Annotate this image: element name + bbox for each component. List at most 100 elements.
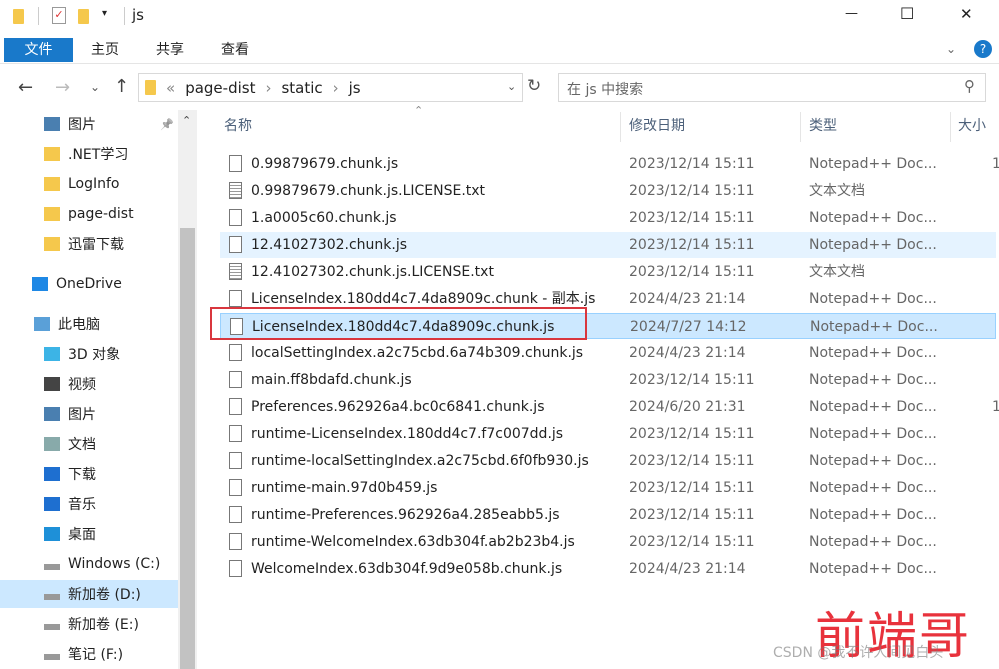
file-icon (229, 479, 242, 496)
file-row[interactable]: runtime-localSettingIndex.a2c75cbd.6f0fb… (220, 448, 996, 474)
column-header-date[interactable]: 修改日期 (629, 110, 685, 142)
sidebar-item[interactable]: OneDrive (0, 270, 178, 298)
sidebar-item-label: 图片 (68, 407, 96, 423)
file-row[interactable]: runtime-WelcomeIndex.63db304f.ab2b23b4.j… (220, 529, 996, 555)
column-divider[interactable] (620, 112, 621, 142)
sidebar-item[interactable]: Windows (C:) (0, 550, 178, 578)
file-row[interactable]: 12.41027302.chunk.js.LICENSE.txt 2023/12… (220, 259, 996, 285)
sidebar-item[interactable]: 新加卷 (E:) (0, 610, 178, 638)
sidebar-item[interactable]: 文档 (0, 430, 178, 458)
breadcrumb-page-dist[interactable]: page-dist (185, 79, 255, 97)
file-row[interactable]: 12.41027302.chunk.js 2023/12/14 15:11 No… (220, 232, 996, 258)
sidebar-item[interactable]: 下载 (0, 460, 178, 488)
sidebar-item[interactable]: LogInfo (0, 170, 178, 198)
recent-locations-button[interactable]: ⌄ (90, 80, 100, 94)
sidebar-item[interactable]: 视频 (0, 370, 178, 398)
tab-home[interactable]: 主页 (82, 38, 128, 62)
sidebar-item[interactable]: .NET学习 (0, 140, 178, 168)
sidebar-item-label: 图片 (68, 117, 96, 133)
sidebar-item[interactable]: 图片 📌 (0, 110, 178, 138)
sidebar-item-label: 视频 (68, 377, 96, 393)
title-bar: ✓ ▾ js — ☐ ✕ (0, 0, 999, 34)
tab-file[interactable]: 文件 (4, 38, 73, 62)
folder-icon (44, 147, 60, 161)
column-divider[interactable] (950, 112, 951, 142)
file-type: Notepad++ Doc... (809, 156, 937, 172)
breadcrumb-static[interactable]: static (281, 79, 322, 97)
text-file-icon (229, 263, 242, 280)
file-row[interactable]: runtime-Preferences.962926a4.285eabb5.js… (220, 502, 996, 528)
file-icon (229, 425, 242, 442)
minimize-button[interactable]: — (845, 6, 858, 21)
watermark-text: CSDN @我不许人间见白头 (773, 645, 944, 661)
sidebar-item-label: 桌面 (68, 527, 96, 543)
drive-icon (44, 564, 60, 570)
sidebar-item[interactable]: 音乐 (0, 490, 178, 518)
pin-icon[interactable]: 📌 (160, 118, 174, 131)
scrollbar-thumb[interactable] (180, 228, 195, 669)
maximize-button[interactable]: ☐ (900, 4, 914, 23)
new-folder-icon[interactable] (78, 9, 89, 24)
sidebar-item[interactable]: 新加卷 (D:) (0, 580, 178, 608)
sidebar-item[interactable]: 图片 (0, 400, 178, 428)
file-date: 2023/12/14 15:11 (629, 156, 755, 172)
properties-icon[interactable]: ✓ (52, 7, 66, 24)
close-button[interactable]: ✕ (960, 5, 973, 23)
file-row[interactable]: Preferences.962926a4.bc0c6841.chunk.js 2… (220, 394, 999, 420)
tab-share[interactable]: 共享 (147, 38, 193, 62)
file-row[interactable]: 0.99879679.chunk.js.LICENSE.txt 2023/12/… (220, 178, 996, 204)
expand-ribbon-icon[interactable]: ⌄ (946, 42, 956, 56)
file-date: 2023/12/14 15:11 (629, 534, 755, 550)
column-header-name[interactable]: 名称 (224, 110, 252, 142)
folder-icon (44, 207, 60, 221)
up-button[interactable]: ↑ (114, 76, 129, 97)
sidebar-item-label: page-dist (68, 206, 134, 222)
sidebar-item[interactable]: 此电脑 (0, 310, 178, 338)
refresh-button[interactable]: ↻ (527, 76, 541, 96)
file-date: 2024/4/23 21:14 (629, 345, 746, 361)
file-row[interactable]: main.ff8bdafd.chunk.js 2023/12/14 15:11 … (220, 367, 996, 393)
sidebar-item[interactable]: 迅雷下载 (0, 230, 178, 258)
file-date: 2023/12/14 15:11 (629, 426, 755, 442)
file-type: Notepad++ Doc... (809, 345, 937, 361)
sidebar-item[interactable]: page-dist (0, 200, 178, 228)
sidebar-item[interactable]: 笔记 (F:) (0, 640, 178, 668)
address-dropdown-icon[interactable]: ⌄ (507, 80, 516, 93)
breadcrumb-js[interactable]: js (349, 79, 361, 97)
sidebar-item-label: 新加卷 (E:) (68, 617, 139, 633)
drive-icon (44, 624, 60, 630)
file-row[interactable]: runtime-LicenseIndex.180dd4c7.f7c007dd.j… (220, 421, 996, 447)
file-row[interactable]: localSettingIndex.a2c75cbd.6a74b309.chun… (220, 340, 996, 366)
sidebar-item-label: Windows (C:) (68, 556, 161, 572)
file-row[interactable]: 1.a0005c60.chunk.js 2023/12/14 15:11 Not… (220, 205, 996, 231)
file-row[interactable]: runtime-main.97d0b459.js 2023/12/14 15:1… (220, 475, 996, 501)
file-date: 2024/7/27 14:12 (630, 319, 747, 335)
folder-icon (13, 9, 24, 24)
scroll-up-icon[interactable]: ⌃ (182, 114, 191, 127)
file-row[interactable]: WelcomeIndex.63db304f.9d9e058b.chunk.js … (220, 556, 996, 582)
sidebar-item[interactable]: 3D 对象 (0, 340, 178, 368)
sidebar-item[interactable]: 桌面 (0, 520, 178, 548)
address-bar[interactable]: « page-dist › static › js (138, 73, 523, 102)
sidebar-item-label: LogInfo (68, 176, 120, 192)
file-row[interactable]: 0.99879679.chunk.js 2023/12/14 15:11 Not… (220, 151, 999, 177)
back-button[interactable]: ← (18, 77, 33, 98)
file-name: runtime-Preferences.962926a4.285eabb5.js (251, 507, 560, 523)
sidebar-item-label: 3D 对象 (68, 347, 121, 363)
file-size: 1 (992, 156, 999, 172)
help-button[interactable]: ? (974, 40, 992, 58)
column-header-type[interactable]: 类型 (809, 110, 837, 142)
customize-toolbar-icon[interactable]: ▾ (102, 8, 107, 19)
column-header-size[interactable]: 大小 (958, 110, 986, 142)
chevron-right-icon[interactable]: › (265, 79, 271, 97)
search-input[interactable]: 在 js 中搜索 ⚲ (558, 73, 986, 102)
cloud-icon (32, 277, 48, 291)
chevron-right-icon[interactable]: › (333, 79, 339, 97)
path-overflow[interactable]: « (166, 79, 175, 97)
tab-view[interactable]: 查看 (212, 38, 258, 62)
sidebar-item-label: 音乐 (68, 497, 96, 513)
video-icon (44, 377, 60, 391)
column-divider[interactable] (800, 112, 801, 142)
file-name: 0.99879679.chunk.js.LICENSE.txt (251, 183, 486, 199)
forward-button[interactable]: → (55, 77, 70, 98)
